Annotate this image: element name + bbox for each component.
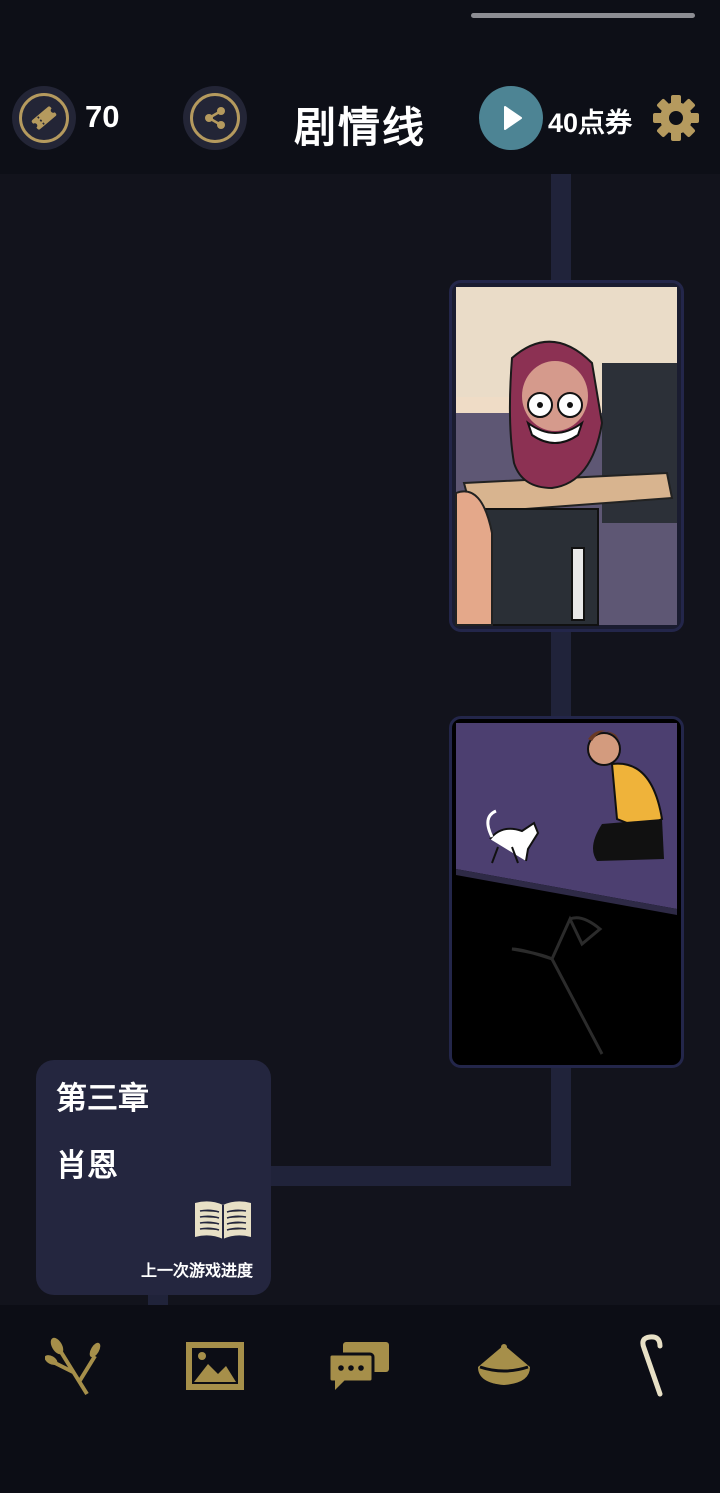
branch-icon <box>45 1337 101 1396</box>
nav-branch[interactable] <box>41 1334 105 1398</box>
story-track <box>551 628 571 720</box>
book-icon <box>195 1201 251 1239</box>
chapter-number: 第三章 <box>56 1081 149 1116</box>
status-bar <box>0 0 720 66</box>
nav-hat[interactable] <box>472 1334 536 1398</box>
last-progress-label: 上一次游戏进度 <box>140 1263 253 1280</box>
gear-icon[interactable] <box>652 94 700 142</box>
story-card[interactable] <box>449 716 684 1068</box>
story-track <box>551 174 571 284</box>
chapter-card[interactable]: 第三章 肖恩 上一次游戏进度 <box>36 1060 271 1295</box>
story-track <box>265 1166 571 1186</box>
nav-cane[interactable] <box>616 1334 680 1398</box>
nav-chat[interactable] <box>327 1334 391 1398</box>
chat-icon <box>327 1342 389 1390</box>
nav-gallery[interactable] <box>183 1334 247 1398</box>
home-indicator <box>471 13 695 18</box>
play-icon <box>504 106 522 130</box>
story-illustration <box>452 719 681 1065</box>
story-card[interactable] <box>449 280 684 632</box>
cane-icon <box>640 1334 663 1397</box>
chapter-name: 肖恩 <box>56 1148 118 1183</box>
play-button[interactable] <box>479 86 543 150</box>
points-label: 40点券 <box>548 108 633 138</box>
gallery-icon <box>186 1342 244 1390</box>
story-illustration <box>455 287 677 626</box>
hat-icon <box>478 1344 530 1385</box>
